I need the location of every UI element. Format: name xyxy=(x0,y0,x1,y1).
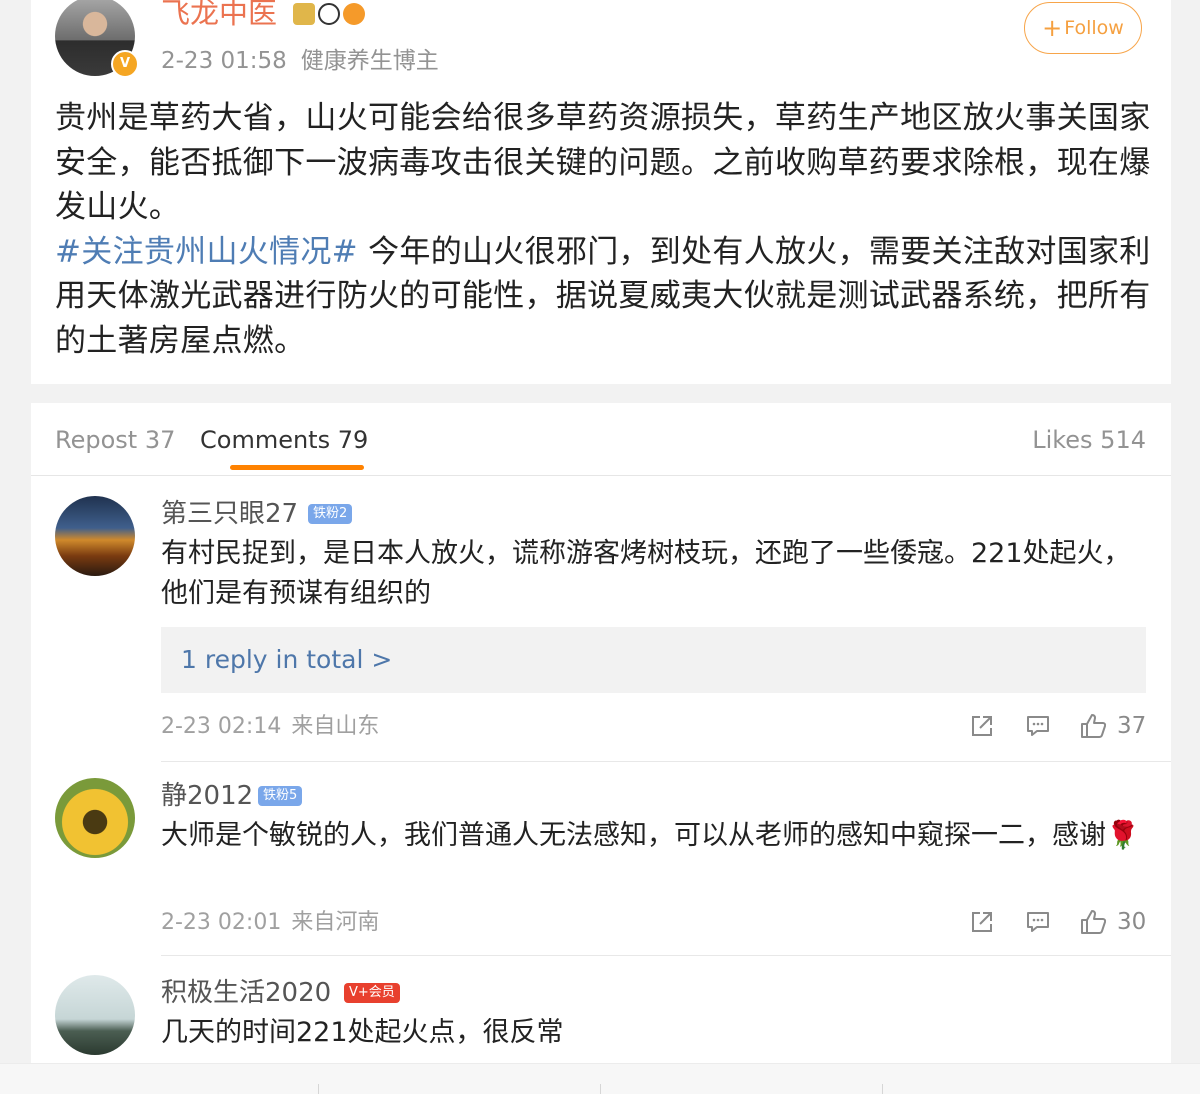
comment-actions: 30 xyxy=(31,909,1171,943)
rose-emoji: 🌹 xyxy=(1106,820,1140,851)
commenter-name[interactable]: 静2012 xyxy=(161,780,253,812)
bottom-toolbar xyxy=(0,1063,1200,1094)
fish-icon xyxy=(343,3,365,25)
comment-text: 几天的时间221处起火点，很反常 xyxy=(161,1017,564,1048)
post-meta: 2-23 01:58 健康养生博主 xyxy=(161,46,439,76)
commenter-avatar[interactable] xyxy=(55,496,135,576)
comment-text: 有村民捉到，是日本人放火，谎称游客烤树枝玩，还跑了一些倭寇。221处起火，他们是… xyxy=(161,538,1131,609)
comment-text-body: 大师是个敏锐的人，我们普通人无法感知，可以从老师的感知中窥探一二，感谢 xyxy=(161,820,1106,851)
like-count: 37 xyxy=(1117,713,1147,739)
post-text-1: 贵州是草药大省，山火可能会给很多草药资源损失，草药生产地区放火事关国家安全，能否… xyxy=(55,100,1151,225)
follow-label: Follow xyxy=(1064,17,1124,39)
fan-badge: 铁粉2 xyxy=(308,504,353,524)
plus-icon: + xyxy=(1042,14,1063,42)
commenter-avatar[interactable] xyxy=(55,975,135,1055)
thumbs-up-icon[interactable] xyxy=(1080,909,1107,935)
post-time: 2-23 01:58 xyxy=(161,48,287,74)
medal-icon xyxy=(293,3,315,25)
like-count: 30 xyxy=(1117,909,1147,935)
panda-icon xyxy=(318,3,340,25)
author-avatar[interactable]: V xyxy=(55,0,139,78)
reply-box[interactable]: 1 reply in total > xyxy=(161,627,1146,693)
thumbs-up-icon[interactable] xyxy=(1080,713,1107,739)
tab-repost[interactable]: Repost 37 xyxy=(55,425,175,455)
post-body: 贵州是草药大省，山火可能会给很多草药资源损失，草药生产地区放火事关国家安全，能否… xyxy=(55,96,1151,363)
commenter-name[interactable]: 第三只眼27 xyxy=(161,498,298,530)
active-tab-indicator xyxy=(230,465,364,470)
comment-icon[interactable] xyxy=(1025,909,1051,935)
follow-button[interactable]: + Follow xyxy=(1024,2,1142,54)
author-title: 健康养生博主 xyxy=(300,48,439,74)
author-medal-icons xyxy=(293,3,365,25)
share-icon[interactable] xyxy=(969,909,995,935)
comment-actions: 37 xyxy=(31,713,1171,747)
verified-badge-icon: V xyxy=(111,50,139,78)
commenter-name[interactable]: 积极生活2020 xyxy=(161,977,331,1009)
comment-divider xyxy=(161,955,1171,956)
comment-divider xyxy=(161,761,1171,762)
tab-bar: Repost 37 Comments 79 Likes 514 xyxy=(31,403,1171,476)
post-card: V 飞龙中医 2-23 01:58 健康养生博主 + Follow 贵州是草药大省… xyxy=(31,0,1171,384)
comment-text: 大师是个敏锐的人，我们普通人无法感知，可以从老师的感知中窥探一二，感谢🌹 xyxy=(161,816,1151,856)
comments-card: Repost 37 Comments 79 Likes 514 第三只眼27 铁… xyxy=(31,403,1171,1063)
share-icon[interactable] xyxy=(969,713,995,739)
commenter-avatar[interactable] xyxy=(55,778,135,858)
tab-likes[interactable]: Likes 514 xyxy=(1032,425,1146,455)
hashtag-link[interactable]: #关注贵州山火情况# xyxy=(55,234,358,270)
comment-icon[interactable] xyxy=(1025,713,1051,739)
reply-link[interactable]: 1 reply in total > xyxy=(181,643,392,677)
vip-badge: V+会员 xyxy=(344,983,400,1003)
post-author-name[interactable]: 飞龙中医 xyxy=(161,0,277,30)
tab-comments[interactable]: Comments 79 xyxy=(200,425,368,455)
fan-badge: 铁粉5 xyxy=(258,786,303,806)
